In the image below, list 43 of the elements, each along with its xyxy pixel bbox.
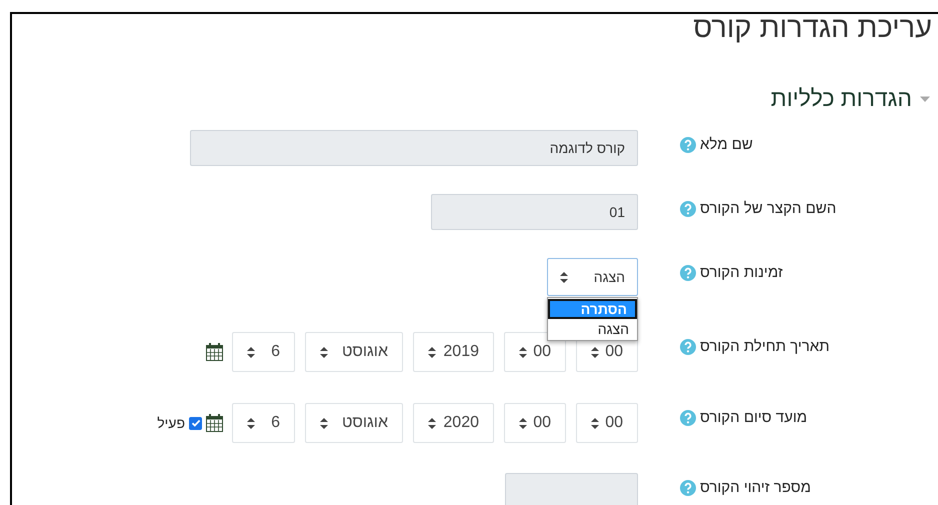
checkbox-label: פעיל bbox=[157, 414, 185, 432]
dropdown-field[interactable]: 2020 bbox=[413, 403, 494, 443]
help-icon[interactable] bbox=[680, 265, 696, 281]
sort-arrows-icon bbox=[320, 346, 328, 358]
calendar-icon[interactable] bbox=[206, 414, 223, 432]
checkbox[interactable] bbox=[189, 416, 202, 430]
sort-arrows-icon bbox=[320, 418, 328, 428]
dropdown-field[interactable]: 6 bbox=[232, 403, 295, 443]
field-label: השם הקצר של הקורס bbox=[700, 199, 836, 219]
sort-arrows-icon bbox=[247, 346, 255, 358]
sort-arrows-icon bbox=[560, 272, 568, 282]
dropdown-field[interactable]: 00 bbox=[504, 332, 566, 372]
sort-arrows-icon bbox=[591, 346, 599, 358]
sort-arrows-icon bbox=[591, 418, 599, 428]
dropdown-field[interactable]: 2019 bbox=[413, 332, 494, 372]
help-icon[interactable] bbox=[680, 410, 696, 426]
text-field[interactable] bbox=[505, 473, 638, 505]
sort-arrows-icon bbox=[519, 346, 527, 358]
dropdown-field[interactable]: 00 bbox=[576, 403, 638, 443]
text-field[interactable]: 01 bbox=[431, 194, 638, 230]
dropdown-field[interactable]: 6 bbox=[232, 332, 295, 372]
field-label: שם מלא bbox=[700, 135, 753, 155]
help-icon[interactable] bbox=[680, 137, 696, 153]
dropdown-field[interactable]: אוגוסט bbox=[305, 332, 403, 372]
calendar-icon[interactable] bbox=[206, 343, 223, 361]
caret-down-icon[interactable] bbox=[920, 94, 930, 104]
field-label: מועד סיום הקורס bbox=[700, 408, 808, 428]
sort-arrows-icon bbox=[428, 346, 436, 358]
help-icon[interactable] bbox=[680, 480, 696, 496]
sort-arrows-icon bbox=[519, 418, 527, 428]
page-title: עריכת הגדרות קורס bbox=[693, 14, 932, 43]
dropdown-field[interactable]: אוגוסט bbox=[305, 403, 403, 443]
help-icon[interactable] bbox=[680, 339, 696, 355]
field-label: תאריך תחילת הקורס bbox=[700, 337, 830, 357]
help-icon[interactable] bbox=[680, 201, 696, 217]
sort-arrows-icon bbox=[428, 418, 436, 428]
dropdown-field[interactable]: 00 bbox=[504, 403, 566, 443]
dropdown-field[interactable]: הצגה bbox=[547, 258, 638, 296]
text-field[interactable]: קורס לדוגמה bbox=[190, 130, 638, 166]
sort-arrows-icon bbox=[247, 418, 255, 428]
field-label: זמינות הקורס bbox=[700, 263, 783, 283]
section-heading[interactable]: הגדרות כלליות bbox=[770, 87, 912, 110]
field-label: מספר זיהוי הקורס bbox=[700, 478, 811, 498]
